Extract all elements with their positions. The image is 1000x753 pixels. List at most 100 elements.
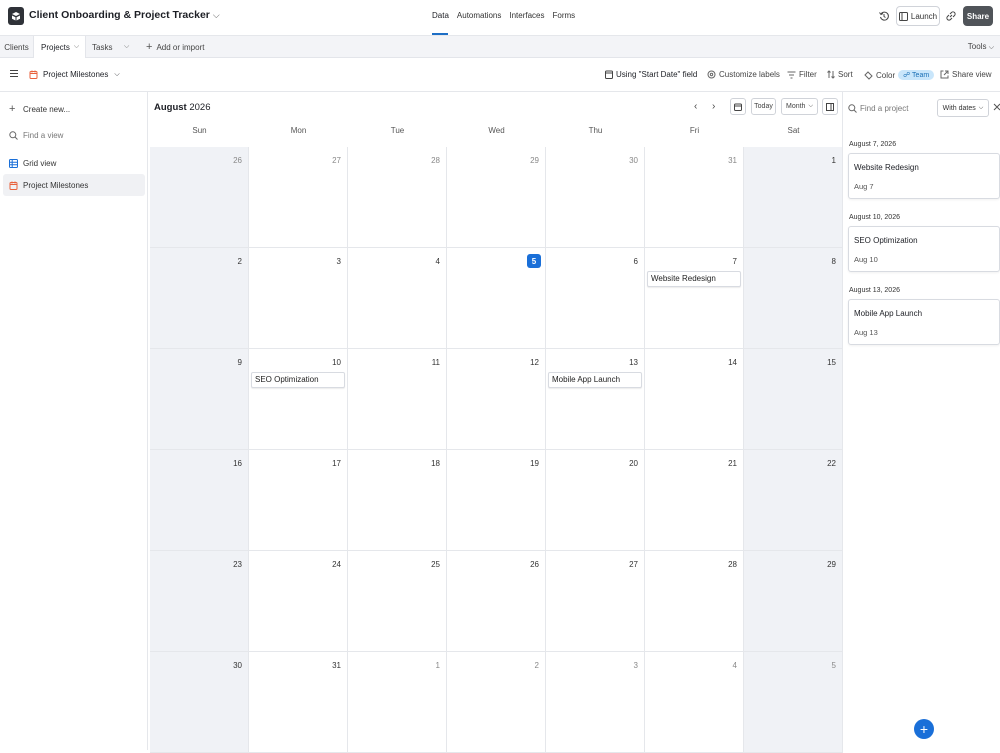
calendar-day-cell[interactable]: 5 bbox=[744, 652, 843, 753]
calendar-day-cell[interactable]: 5 bbox=[447, 248, 546, 349]
calendar-event[interactable]: Website Redesign bbox=[647, 271, 741, 287]
create-new-button[interactable]: + Create new... bbox=[3, 98, 145, 120]
calendar-day-cell[interactable]: 1 bbox=[348, 652, 447, 753]
nav-automations[interactable]: Automations bbox=[457, 11, 501, 20]
history-icon[interactable] bbox=[878, 10, 890, 22]
calendar-day-cell[interactable]: 20 bbox=[546, 450, 645, 551]
day-number: 28 bbox=[728, 560, 737, 569]
calendar-day-cell[interactable]: 17 bbox=[249, 450, 348, 551]
filter-button[interactable]: Filter bbox=[787, 70, 817, 79]
calendar-event[interactable]: Mobile App Launch bbox=[548, 372, 642, 388]
calendar-day-cell[interactable]: 13 Mobile App Launch bbox=[546, 349, 645, 450]
date-picker-button[interactable] bbox=[730, 98, 746, 115]
calendar-day-cell[interactable]: 15 bbox=[744, 349, 843, 450]
view-switcher[interactable]: Project Milestones ⌵ bbox=[29, 70, 120, 79]
calendar-day-cell[interactable]: 3 bbox=[249, 248, 348, 349]
record-card[interactable]: SEO Optimization Aug 10 bbox=[848, 226, 1000, 272]
base-title-text: Client Onboarding & Project Tracker bbox=[29, 9, 210, 21]
calendar-day-cell[interactable]: 31 bbox=[249, 652, 348, 753]
today-button[interactable]: Today bbox=[751, 98, 776, 115]
calendar-day-cell[interactable]: 11 bbox=[348, 349, 447, 450]
calendar-day-cell[interactable]: 29 bbox=[744, 551, 843, 652]
date-field-button[interactable]: Using "Start Date" field bbox=[605, 70, 697, 79]
customize-labels-button[interactable]: Customize labels bbox=[707, 70, 780, 79]
record-card[interactable]: Mobile App Launch Aug 13 bbox=[848, 299, 1000, 345]
calendar-day-cell[interactable]: 26 bbox=[447, 551, 546, 652]
sort-button[interactable]: Sort bbox=[827, 70, 853, 79]
calendar-day-cell[interactable]: 4 bbox=[348, 248, 447, 349]
nav-data[interactable]: Data bbox=[432, 11, 449, 20]
calendar-day-cell[interactable]: 4 bbox=[645, 652, 744, 753]
calendar-day-cell[interactable]: 2 bbox=[150, 248, 249, 349]
calendar-day-cell[interactable]: 30 bbox=[150, 652, 249, 753]
tools-menu[interactable]: Tools ⌵ bbox=[968, 42, 994, 52]
calendar-day-cell[interactable]: 21 bbox=[645, 450, 744, 551]
copy-link-icon[interactable] bbox=[945, 10, 957, 22]
calendar-day-cell[interactable]: 10 SEO Optimization bbox=[249, 349, 348, 450]
find-project-input[interactable]: Find a project bbox=[848, 104, 908, 113]
calendar-day-cell[interactable]: 3 bbox=[546, 652, 645, 753]
calendar-day-cell[interactable]: 6 bbox=[546, 248, 645, 349]
calendar-day-cell[interactable]: 24 bbox=[249, 551, 348, 652]
app-logo-icon[interactable] bbox=[8, 7, 24, 25]
calendar-day-cell[interactable]: 26 bbox=[150, 147, 249, 248]
add-record-button[interactable]: + bbox=[914, 719, 934, 739]
calendar-day-cell[interactable]: 29 bbox=[447, 147, 546, 248]
calendar-day-cell[interactable]: 27 bbox=[249, 147, 348, 248]
calendar-day-cell[interactable]: 19 bbox=[447, 450, 546, 551]
close-panel-icon[interactable] bbox=[993, 103, 1000, 111]
calendar-day-cell[interactable]: 30 bbox=[546, 147, 645, 248]
month-title: August 2026 bbox=[154, 102, 211, 113]
more-tables-chevron-icon[interactable]: ⌵ bbox=[124, 36, 134, 58]
sidebar-item-project-milestones[interactable]: Project Milestones bbox=[3, 174, 145, 196]
with-dates-select[interactable]: With dates ⌵ bbox=[937, 99, 989, 117]
nav-interfaces[interactable]: Interfaces bbox=[509, 11, 544, 20]
tab-clients[interactable]: Clients bbox=[0, 36, 33, 58]
chevron-down-icon: ⌵ bbox=[808, 103, 814, 109]
calendar-day-cell[interactable]: 2 bbox=[447, 652, 546, 753]
group-date: August 13, 2026 bbox=[849, 287, 900, 294]
add-or-import-button[interactable]: + Add or import bbox=[146, 36, 204, 58]
calendar-day-cell[interactable]: 7 Website Redesign bbox=[645, 248, 744, 349]
find-view-input[interactable]: Find a view bbox=[3, 124, 145, 146]
share-view-label: Share view bbox=[952, 70, 992, 79]
layout-toggle-icon[interactable] bbox=[822, 98, 838, 115]
record-date: Aug 13 bbox=[854, 328, 878, 337]
calendar-day-cell[interactable]: 12 bbox=[447, 349, 546, 450]
share-button[interactable]: Share bbox=[963, 6, 993, 26]
record-card[interactable]: Website Redesign Aug 7 bbox=[848, 153, 1000, 199]
month-range-select[interactable]: Month ⌵ bbox=[781, 98, 818, 115]
sidebar-item-grid-view[interactable]: Grid view bbox=[3, 152, 145, 174]
calendar-day-cell[interactable]: 28 bbox=[348, 147, 447, 248]
active-nav-underline bbox=[432, 33, 448, 35]
previous-month-icon[interactable]: ‹ bbox=[694, 101, 697, 112]
weekday-label: Thu bbox=[588, 126, 603, 135]
calendar-day-cell[interactable]: 18 bbox=[348, 450, 447, 551]
calendar-day-cell[interactable]: 9 bbox=[150, 349, 249, 450]
day-number: 12 bbox=[530, 358, 539, 367]
calendar-day-cell[interactable]: 27 bbox=[546, 551, 645, 652]
launch-button[interactable]: Launch bbox=[896, 6, 940, 26]
next-month-icon[interactable]: › bbox=[712, 101, 715, 112]
views-sidebar: + Create new... Find a view Grid view Pr… bbox=[0, 92, 148, 750]
calendar-day-cell[interactable]: 16 bbox=[150, 450, 249, 551]
calendar-day-cell[interactable]: 28 bbox=[645, 551, 744, 652]
calendar-day-cell[interactable]: 8 bbox=[744, 248, 843, 349]
group-date: August 7, 2026 bbox=[849, 141, 897, 148]
share-view-button[interactable]: Share view bbox=[940, 70, 992, 79]
nav-forms[interactable]: Forms bbox=[553, 11, 576, 20]
team-color-pill[interactable]: ☍ Team bbox=[898, 70, 935, 80]
tab-projects[interactable]: Projects ⌵ bbox=[33, 36, 86, 58]
calendar-day-cell[interactable]: 22 bbox=[744, 450, 843, 551]
color-button[interactable]: Color ☍ Team bbox=[864, 70, 935, 80]
calendar-event[interactable]: SEO Optimization bbox=[251, 372, 345, 388]
calendar-day-cell[interactable]: 14 bbox=[645, 349, 744, 450]
calendar-day-cell[interactable]: 31 bbox=[645, 147, 744, 248]
tab-tasks[interactable]: Tasks bbox=[92, 36, 122, 58]
settings-icon bbox=[707, 70, 716, 79]
calendar-day-cell[interactable]: 23 bbox=[150, 551, 249, 652]
calendar-day-cell[interactable]: 1 bbox=[744, 147, 843, 248]
base-title[interactable]: Client Onboarding & Project Tracker ⌵ bbox=[29, 9, 220, 21]
hamburger-menu-icon[interactable] bbox=[10, 70, 18, 77]
calendar-day-cell[interactable]: 25 bbox=[348, 551, 447, 652]
